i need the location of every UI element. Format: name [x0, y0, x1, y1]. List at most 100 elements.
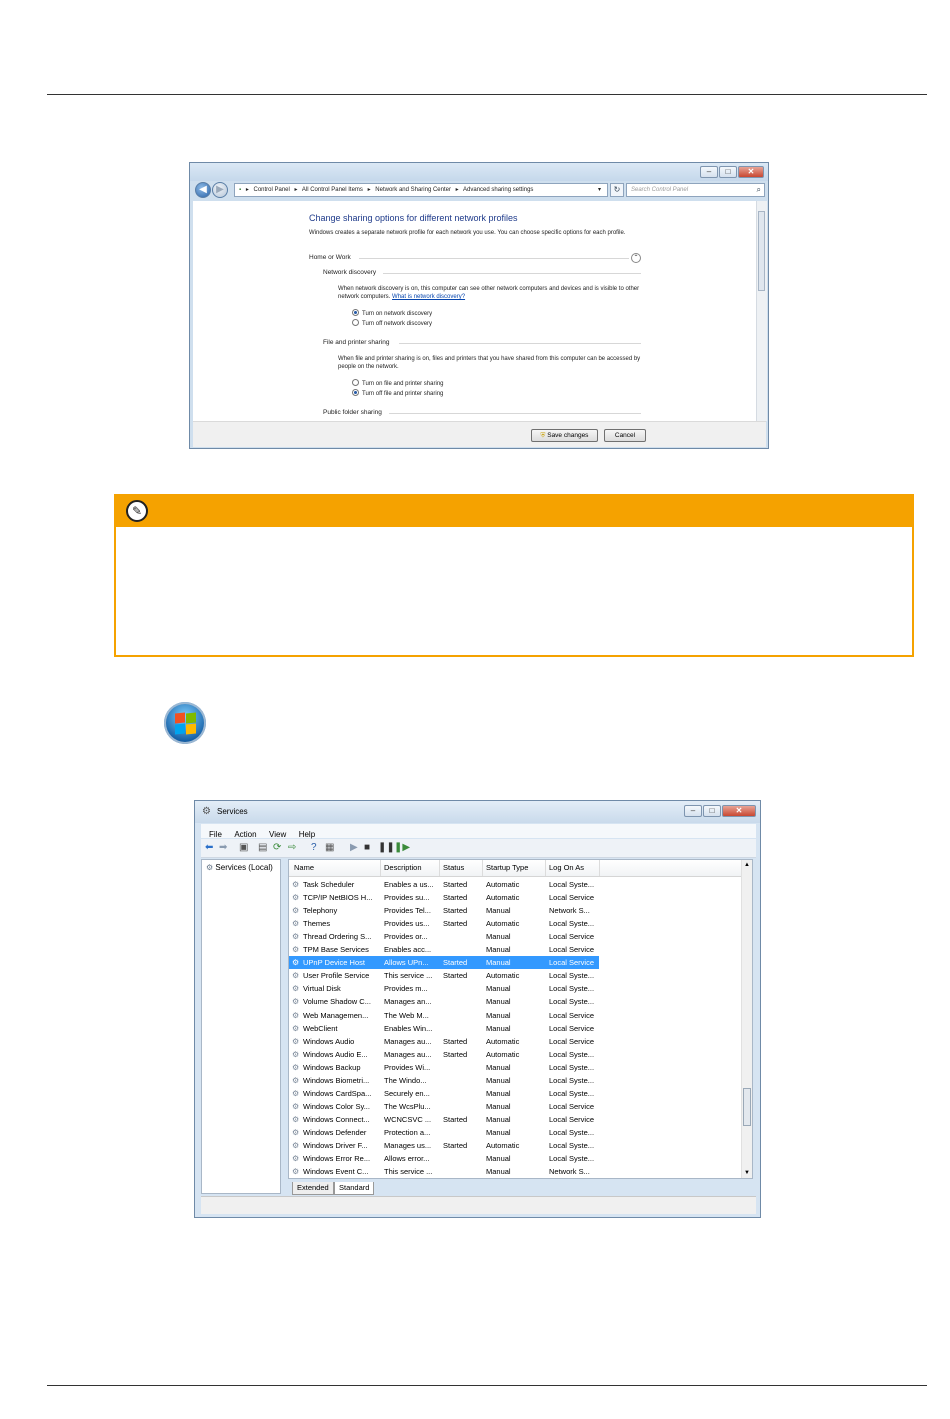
search-input[interactable]: Search Control Panel ⌕ [626, 183, 765, 197]
service-description: The WcsPlu... [384, 1101, 431, 1111]
tree-item-services-local[interactable]: ⚙ Services (Local) [206, 863, 273, 872]
table-row[interactable]: ⚙ Windows Event C... This service ... Manua… [289, 1165, 741, 1178]
maximize-button[interactable]: □ [703, 805, 721, 817]
radio-network-discovery-on[interactable]: Turn on network discovery [352, 309, 432, 318]
tab-extended[interactable]: Extended [292, 1182, 334, 1195]
close-button[interactable]: ✕ [738, 166, 764, 178]
column-startup-type[interactable]: Startup Type [486, 863, 528, 872]
address-bar[interactable]: ▪ ▸ Control Panel ▸ All Control Panel It… [234, 183, 608, 197]
refresh-icon[interactable]: ↻ [610, 183, 624, 197]
table-row[interactable]: ⚙ User Profile Service This service ... Sta… [289, 969, 741, 982]
pause-icon[interactable]: ❚❚ [378, 842, 395, 853]
scroll-up-icon[interactable]: ▲ [744, 862, 750, 868]
services-window: ⚙ Services – □ ✕ File Action View Help ⬅… [194, 800, 761, 1218]
column-description[interactable]: Description [384, 863, 422, 872]
service-status: Started [443, 1049, 468, 1059]
list-view-icon[interactable]: ▤ [258, 842, 267, 853]
column-name[interactable]: Name [294, 863, 314, 872]
service-status: Started [443, 971, 468, 981]
profile-heading[interactable]: Home or Work [309, 254, 351, 261]
properties-icon[interactable]: ▦ [325, 842, 334, 853]
scroll-down-icon[interactable]: ▼ [744, 1170, 750, 1176]
breadcrumb-item[interactable]: All Control Panel Items [302, 187, 363, 193]
radio-selected-icon [352, 389, 359, 396]
dropdown-arrow-icon[interactable]: ▾ [598, 184, 601, 196]
back-arrow-icon[interactable]: ⬅ [205, 842, 213, 853]
forward-arrow-icon[interactable]: ➡ [219, 842, 227, 853]
table-row[interactable]: ⚙ Windows Biometri... The Windo... Manual Lo… [289, 1074, 741, 1087]
service-name: User Profile Service [303, 971, 370, 981]
radio-file-sharing-on[interactable]: Turn on file and printer sharing [352, 379, 444, 388]
minimize-button[interactable]: – [684, 805, 702, 817]
help-icon[interactable]: ? [311, 842, 317, 853]
table-row[interactable]: ⚙ WebClient Enables Win... Manual Local Serv… [289, 1022, 741, 1035]
collapse-chevron-icon[interactable]: ⌃ [631, 253, 641, 263]
service-startup-type: Manual [486, 1062, 511, 1072]
vertical-scrollbar[interactable] [756, 201, 767, 421]
table-row[interactable]: ⚙ Windows Audio E... Manages au... Started A… [289, 1048, 741, 1061]
breadcrumb-item[interactable]: Advanced sharing settings [463, 187, 533, 193]
scroll-thumb[interactable] [743, 1088, 751, 1126]
table-row[interactable]: ⚙ Windows Error Re... Allows error... Manua… [289, 1152, 741, 1165]
service-log-on-as: Local Syste... [549, 1088, 595, 1098]
table-row[interactable]: ⚙ Windows Defender Protection a... Manual Lo… [289, 1126, 741, 1139]
radio-file-sharing-off[interactable]: Turn off file and printer sharing [352, 389, 443, 398]
maximize-button[interactable]: □ [719, 166, 737, 178]
control-panel-icon: ▪ [239, 187, 242, 193]
scroll-thumb[interactable] [758, 211, 765, 291]
breadcrumb-item[interactable]: Control Panel [254, 187, 290, 193]
vertical-scrollbar[interactable]: ▲ ▼ [741, 860, 752, 1178]
table-row[interactable]: ⚙ Telephony Provides Tel... Started Manual Ne… [289, 904, 741, 917]
stop-icon[interactable]: ■ [364, 842, 370, 853]
table-row[interactable]: ⚙ Windows Audio Manages au... Started Automa… [289, 1035, 741, 1048]
export-list-icon[interactable]: ⇨ [288, 842, 296, 853]
column-status[interactable]: Status [443, 863, 464, 872]
service-name: Thread Ordering S... [303, 932, 372, 942]
service-name: Windows Defender [303, 1127, 367, 1137]
service-log-on-as: Local Syste... [549, 971, 595, 981]
play-icon[interactable]: ▶ [350, 842, 358, 853]
radio-network-discovery-off[interactable]: Turn off network discovery [352, 319, 432, 328]
service-description: Provides Wi... [384, 1062, 431, 1072]
table-row[interactable]: ⚙ TPM Base Services Enables acc... Manual Lo… [289, 943, 741, 956]
network-discovery-desc: When network discovery is on, this compu… [338, 286, 640, 300]
table-row[interactable]: ⚙ Windows Driver F... Manages us... Started… [289, 1139, 741, 1152]
table-row[interactable]: ⚙ Windows Connect... WCNCSVC ... Started Man… [289, 1113, 741, 1126]
tab-standard[interactable]: Standard [334, 1182, 375, 1195]
table-row[interactable]: ⚙ Windows Color Sy... The WcsPlu... Manual L… [289, 1100, 741, 1113]
search-icon[interactable]: ⌕ [757, 184, 761, 196]
service-startup-type: Manual [486, 984, 511, 994]
breadcrumb-item[interactable]: Network and Sharing Center [375, 187, 451, 193]
window-title: Services [217, 807, 248, 816]
back-arrow-icon[interactable]: ◀ [195, 182, 211, 198]
close-button[interactable]: ✕ [722, 805, 756, 817]
column-log-on-as[interactable]: Log On As [549, 863, 584, 872]
console-tree-icon[interactable]: ▣ [239, 842, 248, 853]
menu-bar: File Action View Help [201, 824, 756, 839]
table-row[interactable]: ⚙ TCP/IP NetBIOS H... Provides su... Starte… [289, 891, 741, 904]
help-link[interactable]: What is network discovery? [392, 294, 465, 300]
table-row[interactable]: ⚙ Windows CardSpa... Securely en... Manual L… [289, 1087, 741, 1100]
table-row[interactable]: ⚙ Themes Provides us... Started Automatic Loc… [289, 917, 741, 930]
service-description: Manages us... [384, 1141, 432, 1150]
refresh-icon[interactable]: ⟳ [273, 842, 281, 853]
table-row[interactable]: ⚙ UPnP Device Host Allows UPn... Started Man… [289, 956, 741, 970]
console-tree: ⚙ Services (Local) [201, 859, 281, 1194]
restart-icon[interactable]: ❚▶ [394, 842, 410, 853]
service-log-on-as: Local Syste... [549, 1141, 595, 1150]
services-list: Name ⌃ Description Status Startup Type L… [288, 859, 753, 1179]
navigation-bar: ◀ ▶ ▪ ▸ Control Panel ▸ All Control Pane… [190, 181, 768, 199]
table-row[interactable]: ⚙ Volume Shadow C... Manages an... Manual Lo… [289, 995, 741, 1008]
table-row[interactable]: ⚙ Windows Backup Provides Wi... Manual Local… [289, 1061, 741, 1074]
table-row[interactable]: ⚙ Task Scheduler Enables a us... Started Aut… [289, 878, 741, 891]
table-row[interactable]: ⚙ Thread Ordering S... Provides or... Manua… [289, 930, 741, 943]
service-startup-type: Manual [486, 1088, 511, 1098]
forward-arrow-icon[interactable]: ▶ [212, 182, 228, 198]
cancel-button[interactable]: Cancel [604, 429, 646, 442]
table-row[interactable]: ⚙ Web Managemen... The Web M... Manual Local… [289, 1009, 741, 1022]
minimize-button[interactable]: – [700, 166, 718, 178]
service-gear-icon: ⚙ [292, 919, 300, 929]
table-row[interactable]: ⚙ Virtual Disk Provides m... Manual Local Sy… [289, 982, 741, 995]
save-changes-button[interactable]: ⛨ Save changes [531, 429, 598, 442]
note-header: ✎ [116, 496, 912, 527]
